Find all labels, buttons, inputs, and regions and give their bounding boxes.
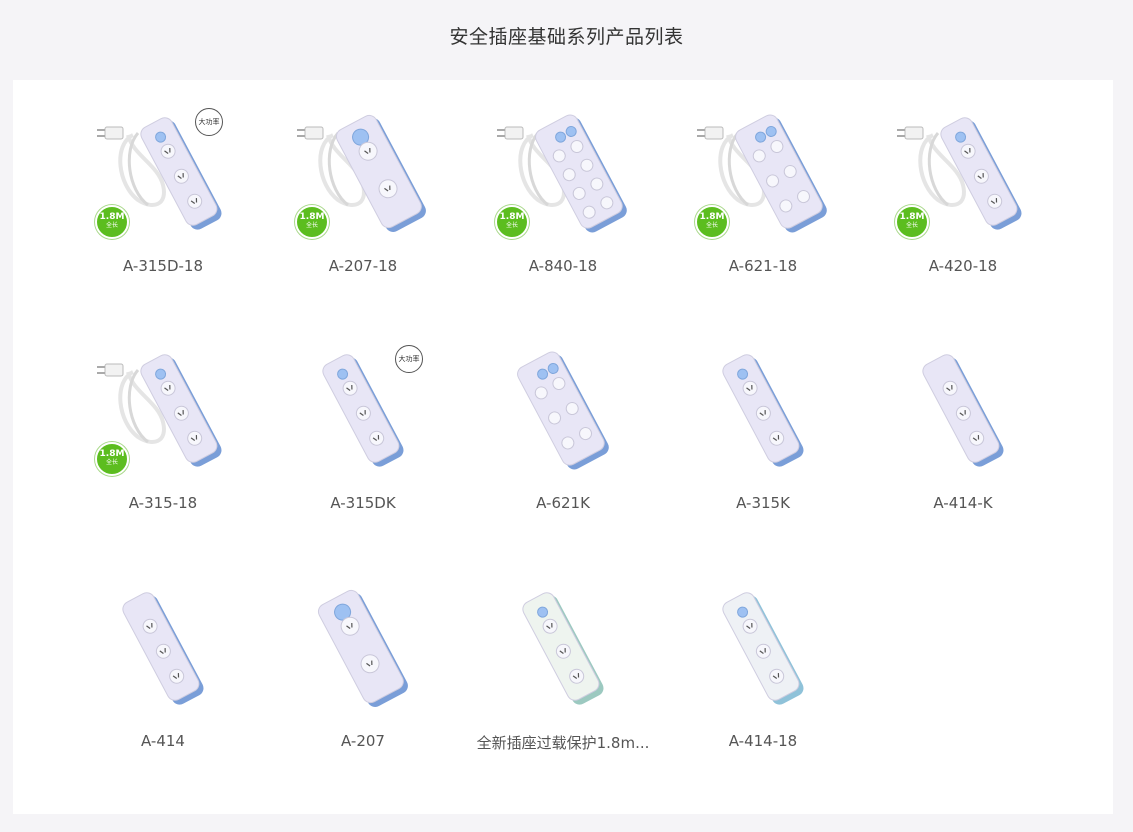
product-name[interactable]: A-414 — [63, 732, 263, 750]
badge-length-text: 1.8M — [899, 212, 925, 222]
length-badge-icon: 1.8M 全长 — [895, 205, 929, 239]
high-power-tag-icon: 大功率 — [395, 345, 423, 373]
product-card[interactable]: 1.8M 全长 大功率 A-315D-18 — [63, 105, 263, 275]
product-image[interactable]: 1.8M 全长 大功率 — [93, 105, 233, 245]
power-strip-icon — [317, 589, 408, 707]
product-name[interactable]: A-621-18 — [663, 257, 863, 275]
product-grid: 1.8M 全长 大功率 A-315D-18 1.8M 全长 A-207-18 1.8M 全长 A-… — [13, 80, 1113, 814]
product-image[interactable] — [293, 580, 433, 720]
product-image[interactable]: 1.8M 全长 — [693, 105, 833, 245]
badge-sub-text: 全长 — [505, 222, 518, 229]
product-name[interactable]: A-420-18 — [863, 257, 1063, 275]
badge-sub-text: 全长 — [105, 222, 118, 229]
product-card[interactable]: A-315K — [663, 342, 863, 512]
length-badge-icon: 1.8M 全长 — [95, 205, 129, 239]
product-image[interactable] — [493, 580, 633, 720]
product-name[interactable]: A-315D-18 — [63, 257, 263, 275]
product-card[interactable]: A-414 — [63, 580, 263, 750]
product-image[interactable] — [693, 580, 833, 720]
product-card[interactable]: A-621K — [463, 342, 663, 512]
badge-length-text: 1.8M — [99, 212, 125, 222]
product-card[interactable]: A-414-18 — [663, 580, 863, 750]
badge-sub-text: 全长 — [905, 222, 918, 229]
product-image[interactable] — [93, 580, 233, 720]
badge-length-text: 1.8M — [499, 212, 525, 222]
product-card[interactable]: 1.8M 全长 A-840-18 — [463, 105, 663, 275]
product-image[interactable]: 大功率 — [293, 342, 433, 482]
product-image[interactable] — [893, 342, 1033, 482]
product-card[interactable]: 1.8M 全长 A-207-18 — [263, 105, 463, 275]
product-image[interactable]: 1.8M 全长 — [293, 105, 433, 245]
product-image[interactable] — [693, 342, 833, 482]
product-name[interactable]: A-315DK — [263, 494, 463, 512]
badge-sub-text: 全长 — [305, 222, 318, 229]
product-image[interactable] — [493, 342, 633, 482]
badge-sub-text: 全长 — [705, 222, 718, 229]
product-card[interactable]: A-414-K — [863, 342, 1063, 512]
product-image[interactable]: 1.8M 全长 — [493, 105, 633, 245]
product-name[interactable]: A-207-18 — [263, 257, 463, 275]
product-image[interactable]: 1.8M 全长 — [93, 342, 233, 482]
product-card[interactable]: 全新插座过载保护1.8m... — [463, 580, 663, 753]
product-name[interactable]: A-315-18 — [63, 494, 263, 512]
badge-length-text: 1.8M — [699, 212, 725, 222]
badge-length-text: 1.8M — [299, 212, 325, 222]
product-name[interactable]: A-840-18 — [463, 257, 663, 275]
length-badge-icon: 1.8M 全长 — [495, 205, 529, 239]
product-card[interactable]: 1.8M 全长 A-315-18 — [63, 342, 263, 512]
product-name[interactable]: A-207 — [263, 732, 463, 750]
length-badge-icon: 1.8M 全长 — [695, 205, 729, 239]
product-name[interactable]: 全新插座过载保护1.8m... — [463, 732, 663, 753]
high-power-tag-icon: 大功率 — [195, 108, 223, 136]
length-badge-icon: 1.8M 全长 — [95, 442, 129, 476]
length-badge-icon: 1.8M 全长 — [295, 205, 329, 239]
badge-length-text: 1.8M — [99, 449, 125, 459]
product-name[interactable]: A-414-K — [863, 494, 1063, 512]
power-strip-icon — [522, 592, 604, 705]
page-title: 安全插座基础系列产品列表 — [449, 26, 684, 48]
power-strip-icon — [122, 592, 204, 705]
product-name[interactable]: A-315K — [663, 494, 863, 512]
badge-sub-text: 全长 — [105, 459, 118, 466]
product-name[interactable]: A-414-18 — [663, 732, 863, 750]
product-image[interactable]: 1.8M 全长 — [893, 105, 1033, 245]
product-card[interactable]: 大功率 A-315DK — [263, 342, 463, 512]
product-card[interactable]: 1.8M 全长 A-621-18 — [663, 105, 863, 275]
power-strip-icon — [722, 354, 804, 467]
power-strip-icon — [922, 354, 1004, 467]
product-name[interactable]: A-621K — [463, 494, 663, 512]
product-card[interactable]: A-207 — [263, 580, 463, 750]
power-strip-icon — [722, 592, 804, 705]
power-strip-icon — [517, 351, 609, 470]
product-card[interactable]: 1.8M 全长 A-420-18 — [863, 105, 1063, 275]
